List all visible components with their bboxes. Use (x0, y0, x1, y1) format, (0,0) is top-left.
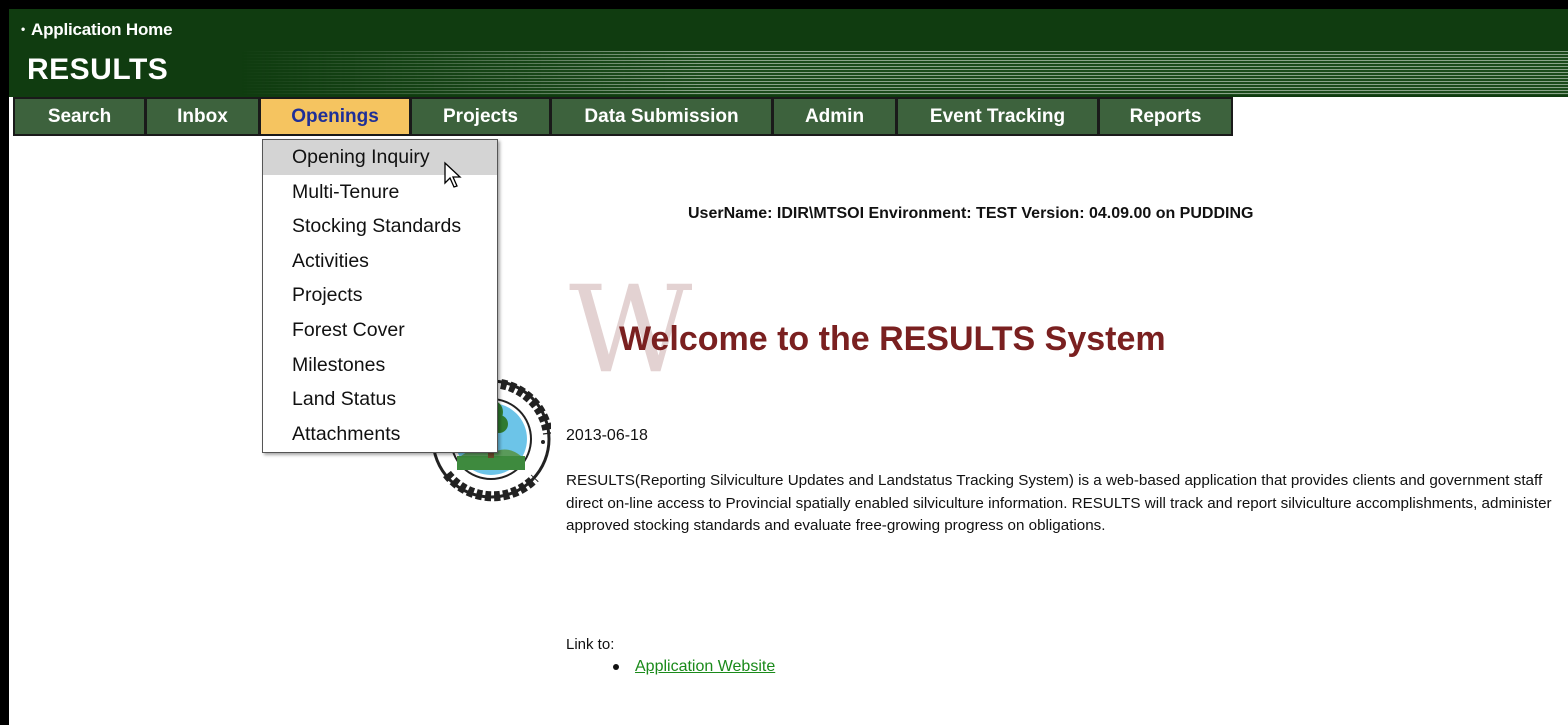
tab-inbox[interactable]: Inbox (147, 99, 258, 134)
tab-reports[interactable]: Reports (1100, 99, 1231, 134)
application-home-label: Application Home (31, 20, 173, 39)
menu-item-projects[interactable]: Projects (263, 278, 497, 313)
header-banner: • Application Home RESULTS (9, 9, 1568, 97)
menu-item-milestones[interactable]: Milestones (263, 348, 497, 383)
links-list: Application Website (613, 658, 775, 676)
menu-item-activities[interactable]: Activities (263, 244, 497, 279)
banner-stripes (239, 51, 1568, 95)
application-home-link[interactable]: • Application Home (21, 20, 173, 40)
user-environment-info: UserName: IDIR\MTSOI Environment: TEST V… (688, 205, 1254, 222)
application-website-link[interactable]: Application Website (635, 658, 775, 675)
menu-item-forest-cover[interactable]: Forest Cover (263, 313, 497, 348)
menu-item-land-status[interactable]: Land Status (263, 382, 497, 417)
link-to-label: Link to: (566, 636, 615, 653)
tab-data-submission[interactable]: Data Submission (552, 99, 771, 134)
tab-search[interactable]: Search (15, 99, 144, 134)
brand-title: RESULTS (27, 53, 169, 86)
menu-item-stocking-standards[interactable]: Stocking Standards (263, 209, 497, 244)
welcome-heading: Welcome to the RESULTS System (619, 320, 1166, 358)
mouse-pointer-icon (444, 161, 462, 188)
bullet-icon (613, 664, 619, 670)
app-window: • Application Home RESULTS Search Inbox O… (9, 9, 1568, 725)
tab-event-tracking[interactable]: Event Tracking (898, 99, 1097, 134)
tab-openings[interactable]: Openings (261, 99, 409, 134)
date-text: 2013-06-18 (566, 427, 648, 444)
bullet-dot-icon: • (21, 22, 26, 36)
menu-item-attachments[interactable]: Attachments (263, 417, 497, 452)
main-nav: Search Inbox Openings Projects Data Subm… (13, 97, 1233, 136)
tab-admin[interactable]: Admin (774, 99, 895, 134)
list-item: Application Website (613, 658, 775, 676)
tab-projects[interactable]: Projects (412, 99, 549, 134)
system-description: RESULTS(Reporting Silviculture Updates a… (566, 472, 1552, 534)
